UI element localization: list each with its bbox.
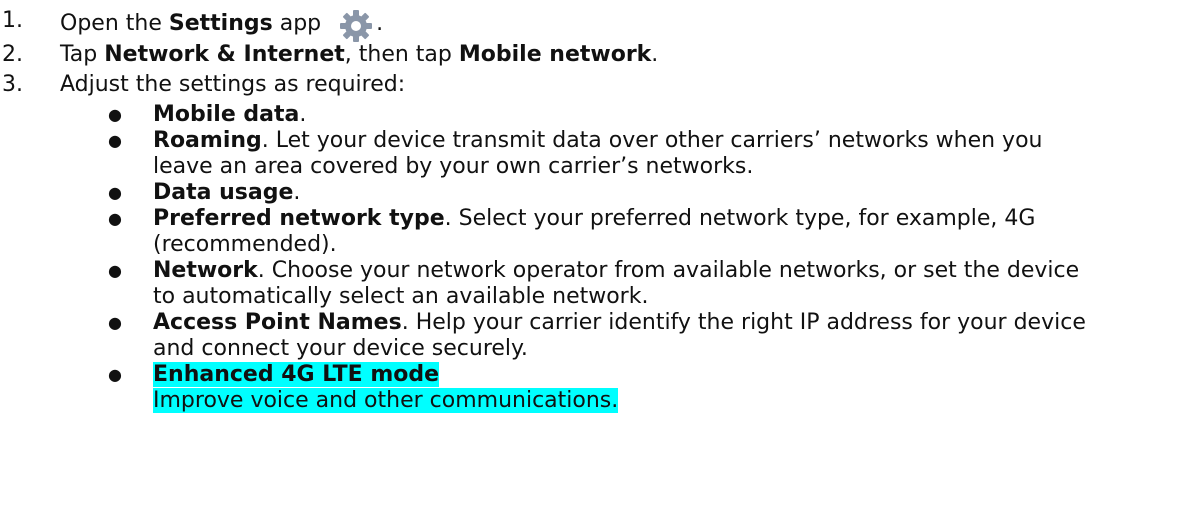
bullet-title: Data usage bbox=[153, 180, 294, 205]
bullet-text: . bbox=[299, 102, 307, 127]
bullet-line: Preferred network type. Select your pref… bbox=[153, 206, 1192, 232]
settings-bullet-list: ● Mobile data. ● Roaming. Let your devic… bbox=[0, 102, 1202, 414]
bullet-icon: ● bbox=[108, 313, 122, 332]
bullet-icon: ● bbox=[108, 131, 122, 150]
bullet-text: . Let your device transmit data over oth… bbox=[261, 128, 1043, 153]
gear-icon bbox=[340, 10, 373, 42]
list-item: ● Access Point Names. Help your carrier … bbox=[0, 310, 1202, 362]
step-number: 3. bbox=[2, 72, 23, 97]
bullet-line: Mobile data. bbox=[153, 102, 1192, 128]
bullet-text: . bbox=[293, 180, 301, 205]
bullet-text: and connect your device securely. bbox=[153, 336, 528, 361]
bullet-line: Network. Choose your network operator fr… bbox=[153, 258, 1192, 284]
list-item: ● Network. Choose your network operator … bbox=[0, 258, 1202, 310]
step-text: Adjust the settings as required: bbox=[60, 72, 406, 97]
step-text: , then tap bbox=[344, 42, 459, 67]
bullet-text: . Help your carrier identify the right I… bbox=[401, 310, 1086, 335]
step-text: app bbox=[272, 11, 322, 36]
bullet-text: (recommended). bbox=[153, 232, 337, 257]
bullet-icon: ● bbox=[108, 183, 122, 202]
bullet-icon: ● bbox=[108, 261, 122, 280]
instructions-document: 1. Open the Settings app . 2. Tap Networ… bbox=[0, 0, 1202, 414]
bullet-text: . Select your preferred network type, fo… bbox=[444, 206, 1036, 231]
step-text: . bbox=[376, 11, 384, 36]
step-3: 3. Adjust the settings as required: bbox=[0, 72, 1202, 102]
bullet-line: Roaming. Let your device transmit data o… bbox=[153, 128, 1192, 154]
step-number: 2. bbox=[2, 42, 23, 67]
step-2: 2. Tap Network & Internet, then tap Mobi… bbox=[0, 42, 1202, 72]
bullet-title-highlighted: Enhanced 4G LTE mode bbox=[153, 362, 440, 387]
list-item: ● Enhanced 4G LTE mode Improve voice and… bbox=[0, 362, 1202, 414]
mobile-network-label: Mobile network bbox=[458, 42, 652, 67]
bullet-icon: ● bbox=[108, 209, 122, 228]
step-1: 1. Open the Settings app . bbox=[0, 0, 1202, 42]
bullet-text: to automatically select an available net… bbox=[153, 284, 649, 309]
bullet-title: Mobile data bbox=[153, 102, 300, 127]
step-text: . bbox=[651, 42, 659, 67]
bullet-line: Access Point Names. Help your carrier id… bbox=[153, 310, 1192, 336]
settings-label: Settings bbox=[168, 11, 273, 36]
step-text: Open the bbox=[60, 11, 169, 36]
network-internet-label: Network & Internet bbox=[104, 42, 345, 67]
list-item: ● Preferred network type. Select your pr… bbox=[0, 206, 1202, 258]
bullet-title: Access Point Names bbox=[153, 310, 402, 335]
bullet-title: Preferred network type bbox=[153, 206, 445, 231]
bullet-line: Improve voice and other communications. bbox=[153, 388, 1192, 414]
bullet-title: Roaming bbox=[153, 128, 262, 153]
list-item: ● Data usage. bbox=[0, 180, 1202, 206]
bullet-text: . Choose your network operator from avai… bbox=[257, 258, 1080, 283]
step-text: Tap bbox=[60, 42, 105, 67]
list-item: ● Mobile data. bbox=[0, 102, 1202, 128]
bullet-icon: ● bbox=[108, 365, 122, 384]
list-item: ● Roaming. Let your device transmit data… bbox=[0, 128, 1202, 180]
bullet-line: Enhanced 4G LTE mode bbox=[153, 362, 1192, 388]
bullet-icon: ● bbox=[108, 105, 122, 124]
bullet-text: leave an area covered by your own carrie… bbox=[153, 154, 754, 179]
bullet-line: Data usage. bbox=[153, 180, 1192, 206]
bullet-text-highlighted: Improve voice and other communications. bbox=[153, 388, 619, 413]
step-number: 1. bbox=[2, 8, 23, 33]
bullet-title: Network bbox=[153, 258, 258, 283]
